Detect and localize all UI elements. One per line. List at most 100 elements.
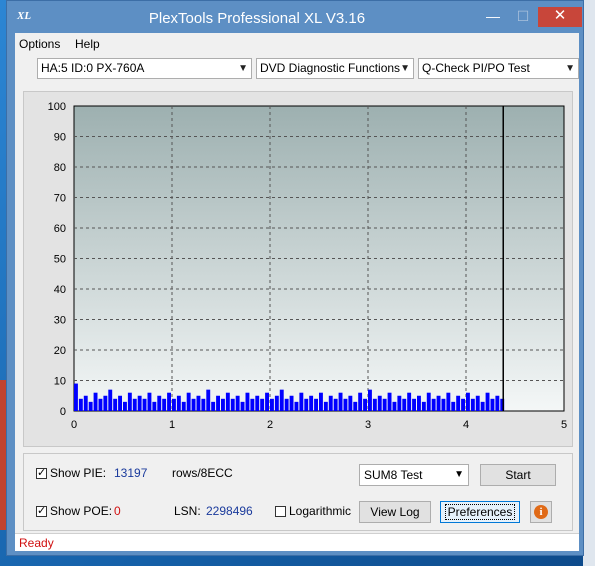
pie-bar [333,398,338,411]
sum-test-select-value: SUM8 Test [364,468,423,482]
x-tick-label: 1 [169,419,175,431]
chevron-down-icon: ▼ [238,63,248,74]
drive-select-value: HA:5 ID:0 PX-760A [41,61,145,75]
y-tick-label: 20 [54,345,66,357]
x-tick-label: 4 [463,419,469,431]
logarithmic-label: Logarithmic [289,504,352,518]
pie-bar [186,392,191,411]
pie-bar [392,401,397,411]
view-log-button[interactable]: View Log [359,501,431,523]
minimize-button[interactable]: — [479,7,507,27]
pie-bar [363,398,367,411]
pie-bar [225,392,230,411]
show-poe-label: Show POE: [50,504,113,518]
y-axis-ticks: 0 10 20 30 40 50 60 70 80 90 100 [48,101,66,418]
x-tick-label: 3 [365,419,371,431]
pie-bar [421,401,426,411]
pie-bar [372,398,377,411]
y-tick-label: 80 [54,162,66,174]
pie-bar [475,395,480,411]
y-tick-label: 40 [54,284,66,296]
pie-bar [147,392,152,411]
pie-bar [299,392,304,411]
y-tick-label: 70 [54,193,66,205]
menu-options[interactable]: Options [19,37,60,51]
pie-bar [284,398,289,411]
pie-bar [103,395,108,411]
pie-bar [490,398,495,411]
pie-bar [201,398,206,411]
chevron-down-icon: ▼ [565,63,575,74]
sum-test-select[interactable]: SUM8 Test ▼ [359,464,469,486]
logarithmic-checkbox[interactable] [275,506,286,517]
y-tick-label: 60 [54,223,66,235]
pie-value: 13197 [114,466,148,480]
show-pie-label: Show PIE: [50,466,107,480]
pie-bar [480,401,485,411]
pie-bar [142,398,147,411]
pie-bar [113,398,118,411]
pie-bar [417,395,421,411]
chevron-down-icon: ▼ [400,63,410,74]
pie-bar [402,398,407,411]
chevron-down-icon: ▼ [454,469,464,480]
pie-bar [304,398,309,411]
pie-bar [319,392,323,411]
pie-bar [387,392,392,411]
pie-bar [211,401,216,411]
pie-bar [172,398,176,411]
pie-bar [343,398,348,411]
menu-help[interactable]: Help [75,37,100,51]
pie-bar [196,395,201,411]
pie-bar [162,398,167,411]
controls-panel: Show PIE: 13197 rows/8ECC SUM8 Test ▼ St… [23,453,573,531]
pie-bar [446,392,451,411]
show-poe-checkbox[interactable] [36,504,47,517]
maximize-button[interactable]: ☐ [509,7,537,27]
pie-bar [216,395,220,411]
pie-bar [78,398,83,411]
x-tick-label: 2 [267,419,273,431]
pie-unit: rows/8ECC [172,466,233,480]
y-tick-label: 10 [54,376,66,388]
toolbar: HA:5 ID:0 PX-760A ▼ DVD Diagnostic Funct… [15,55,579,81]
show-pie-checkbox[interactable] [36,466,47,479]
y-tick-label: 30 [54,315,66,327]
preferences-button[interactable]: Preferences [440,501,520,523]
pie-bar [397,395,402,411]
pie-bar [221,398,225,411]
test-select[interactable]: Q-Check PI/PO Test ▼ [418,58,579,79]
pie-bar [265,392,269,411]
pie-bar [167,392,171,411]
pie-bar [466,392,470,411]
info-button[interactable]: i [530,501,552,523]
desktop-right-window [583,0,595,566]
pie-bar [240,401,245,411]
x-tick-label: 0 [71,419,77,431]
pie-bar [274,395,279,411]
lsn-value: 2298496 [206,504,253,518]
function-select[interactable]: DVD Diagnostic Functions ▼ [256,58,414,79]
start-button[interactable]: Start [480,464,556,486]
pie-bar [328,395,333,411]
drive-select[interactable]: HA:5 ID:0 PX-760A ▼ [37,58,252,79]
window-title: PlexTools Professional XL V3.16 [148,10,366,27]
pie-bar [93,392,98,411]
status-text: Ready [19,536,54,550]
y-tick-label: 100 [48,101,66,113]
close-button[interactable]: ✕ [538,7,582,27]
pi-po-chart: 0 10 20 30 40 50 60 70 80 90 100 0 1 2 3 4 5 [48,101,567,431]
pie-bar [461,398,465,411]
pie-bar [323,401,328,411]
y-tick-label: 0 [60,406,66,418]
function-select-value: DVD Diagnostic Functions [260,61,401,75]
pie-bar [314,398,318,411]
pie-bar [206,389,211,411]
pie-bar [98,398,103,411]
title-bar[interactable]: XL PlexTools Professional XL V3.16 — ☐ ✕ [7,1,583,33]
pie-bar [260,398,265,411]
pie-bar [309,395,314,411]
pie-bar [157,395,162,411]
pie-bar [289,395,294,411]
pie-bar [470,398,475,411]
